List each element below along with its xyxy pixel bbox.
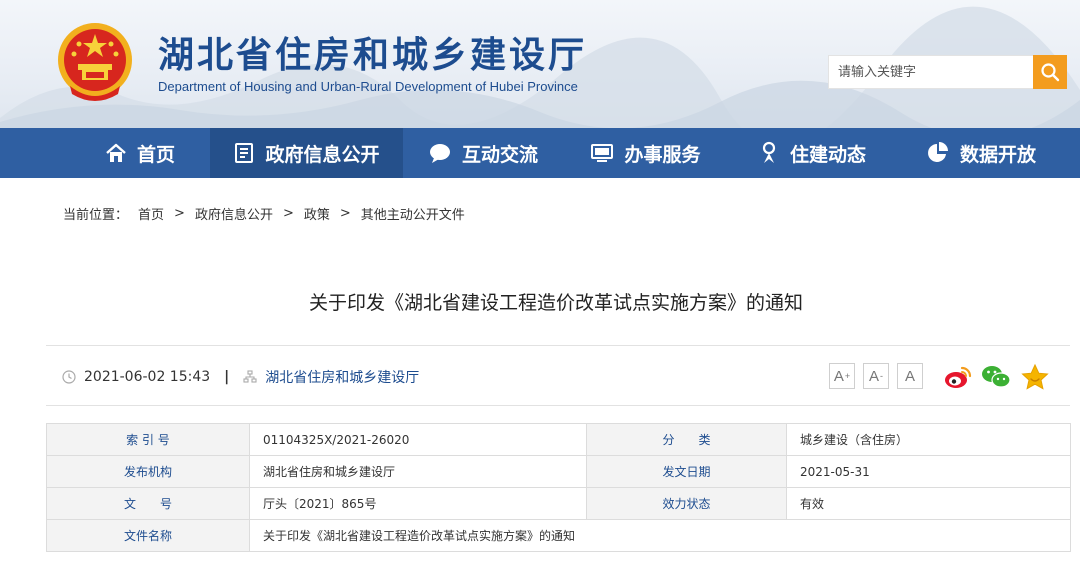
publisher-value: 湖北省住房和城乡建设厅 xyxy=(249,455,587,488)
table-row: 文件名称 关于印发《湖北省建设工程造价改革试点实施方案》的通知 xyxy=(46,519,1071,552)
nav-item-label: 办事服务 xyxy=(624,143,701,166)
breadcrumb-home[interactable]: 首页 xyxy=(138,204,164,223)
font-button-letter: A xyxy=(868,367,879,385)
table-row: 索 引 号 01104325X/2021-26020 分 类 城乡建设（含住房） xyxy=(46,423,1071,456)
publisher-source[interactable]: 湖北省住房和城乡建设厅 xyxy=(265,367,419,387)
site-title: 湖北省住房和城乡建设厅 xyxy=(158,35,588,76)
index-number-value: 01104325X/2021-26020 xyxy=(249,423,587,456)
organization-icon xyxy=(243,370,257,383)
nav-item-label: 住建动态 xyxy=(789,143,866,166)
index-number-label: 索 引 号 xyxy=(46,423,250,456)
document-number-value: 厅头〔2021〕865号 xyxy=(249,487,587,520)
validity-label: 效力状态 xyxy=(586,487,787,520)
breadcrumb-other-files[interactable]: 其他主动公开文件 xyxy=(361,204,465,223)
breadcrumb-policy[interactable]: 政策 xyxy=(304,204,330,223)
publish-datetime: 2021-06-02 15:43 xyxy=(84,369,211,385)
home-icon xyxy=(106,143,126,162)
pie-chart-icon xyxy=(928,142,948,162)
document-icon xyxy=(235,143,254,163)
validity-value: 有效 xyxy=(786,487,1071,520)
issue-date-label: 发文日期 xyxy=(586,455,787,488)
nav-item-label: 政府信息公开 xyxy=(265,143,380,166)
font-decrease-button[interactable]: A- xyxy=(863,363,889,389)
nav-item-label: 互动交流 xyxy=(461,143,538,166)
breadcrumb: 当前位置： 首页 > 政府信息公开 > 政策 > 其他主动公开文件 xyxy=(63,204,465,223)
clock-icon xyxy=(62,370,76,384)
nav-item-home[interactable]: 首页 xyxy=(70,128,210,178)
nav-item-news[interactable]: 住建动态 xyxy=(728,128,896,178)
nav-item-label: 首页 xyxy=(136,143,175,166)
chat-icon xyxy=(429,144,450,163)
category-label: 分 类 xyxy=(586,423,787,456)
file-name-value: 关于印发《湖北省建设工程造价改革试点实施方案》的通知 xyxy=(249,519,1071,552)
main-nav: 首页 政府信息公开 互动交流 办事服务 住建动态 数据开放 xyxy=(0,128,1080,178)
meta-divider: | xyxy=(224,369,230,385)
site-header: 湖北省住房和城乡建设厅 Department of Housing and Ur… xyxy=(0,0,1080,128)
breadcrumb-label: 当前位置： xyxy=(63,208,129,223)
font-increase-button[interactable]: A + xyxy=(829,363,855,389)
font-button-letter: A xyxy=(904,367,915,385)
file-name-label: 文件名称 xyxy=(46,519,250,552)
breadcrumb-gov-info[interactable]: 政府信息公开 xyxy=(195,204,273,223)
article-title: 关于印发《湖北省建设工程造价改革试点实施方案》的通知 xyxy=(308,292,803,314)
national-emblem-icon xyxy=(58,23,132,101)
nav-item-interaction[interactable]: 互动交流 xyxy=(403,128,563,178)
category-value: 城乡建设（含住房） xyxy=(786,423,1071,456)
issue-date-value: 2021-05-31 xyxy=(786,455,1071,488)
breadcrumb-separator: > xyxy=(282,206,294,221)
search-icon xyxy=(1041,63,1060,82)
nav-item-services[interactable]: 办事服务 xyxy=(563,128,728,178)
search-button[interactable] xyxy=(1033,55,1067,89)
document-number-label: 文 号 xyxy=(46,487,250,520)
wechat-share-icon[interactable] xyxy=(981,363,1011,391)
breadcrumb-separator: > xyxy=(174,206,185,221)
search-input[interactable] xyxy=(828,55,1034,89)
publisher-label: 发布机构 xyxy=(46,455,250,488)
article-meta: 2021-06-02 15:43 | 湖北省住房和城乡建设厅 xyxy=(62,366,419,388)
weibo-share-icon[interactable] xyxy=(943,363,973,391)
table-row: 发布机构 湖北省住房和城乡建设厅 发文日期 2021-05-31 xyxy=(46,455,1071,488)
nav-item-gov-info[interactable]: 政府信息公开 xyxy=(210,128,403,178)
person-icon xyxy=(762,141,776,163)
table-row: 文 号 厅头〔2021〕865号 效力状态 有效 xyxy=(46,487,1071,520)
divider-bottom xyxy=(46,405,1070,406)
breadcrumb-separator: > xyxy=(339,206,351,221)
site-subtitle: Department of Housing and Urban-Rural De… xyxy=(158,79,578,94)
font-minus-mark: - xyxy=(880,371,883,381)
document-info-table: 索 引 号 01104325X/2021-26020 分 类 城乡建设（含住房）… xyxy=(46,423,1071,552)
favorite-star-icon[interactable] xyxy=(1020,363,1050,391)
nav-item-label: 数据开放 xyxy=(959,143,1036,166)
monitor-icon xyxy=(591,144,614,162)
divider-top xyxy=(46,345,1070,346)
font-reset-button[interactable]: A xyxy=(897,363,923,389)
font-button-letter: A xyxy=(833,367,844,385)
font-plus-mark: + xyxy=(844,371,851,381)
nav-item-open-data[interactable]: 数据开放 xyxy=(896,128,1066,178)
